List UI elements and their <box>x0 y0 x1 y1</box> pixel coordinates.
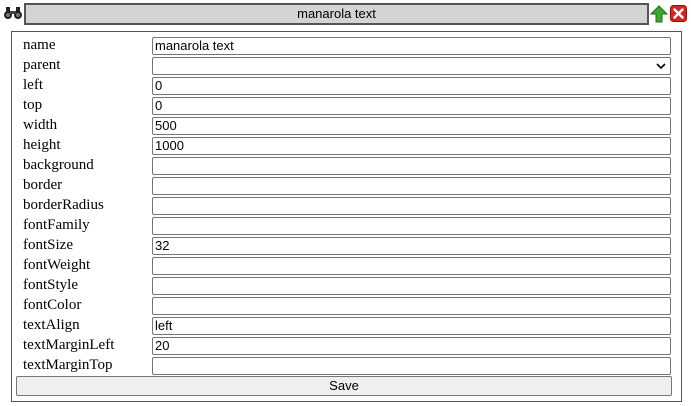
field-row-height: height <box>12 135 681 155</box>
font-size-input[interactable] <box>152 237 671 255</box>
field-label: border <box>23 177 63 193</box>
field-row-top: top <box>12 95 681 115</box>
width-input[interactable] <box>152 117 671 135</box>
close-icon[interactable] <box>670 5 687 22</box>
field-label: textMarginLeft <box>23 337 115 353</box>
field-row-width: width <box>12 115 681 135</box>
field-label: height <box>23 137 61 153</box>
field-row-name: name <box>12 35 681 55</box>
field-row-fontstyle: fontStyle <box>12 275 681 295</box>
field-row-fontfamily: fontFamily <box>12 215 681 235</box>
font-style-input[interactable] <box>152 277 671 295</box>
field-row-textmarginleft: textMarginLeft <box>12 335 681 355</box>
field-row-background: background <box>12 155 681 175</box>
background-input[interactable] <box>152 157 671 175</box>
field-label: textAlign <box>23 317 80 333</box>
parent-select[interactable] <box>152 57 671 75</box>
chevron-down-icon <box>656 63 666 70</box>
font-family-input[interactable] <box>152 217 671 235</box>
field-row-borderradius: borderRadius <box>12 195 681 215</box>
window-title: manarola text <box>24 3 649 25</box>
field-row-left: left <box>12 75 681 95</box>
field-label: fontSize <box>23 237 73 253</box>
border-radius-input[interactable] <box>152 197 671 215</box>
field-label: fontColor <box>23 297 82 313</box>
text-margin-left-input[interactable] <box>152 337 671 355</box>
field-label: textMarginTop <box>23 357 113 373</box>
field-label: width <box>23 117 58 133</box>
field-row-textmargintop: textMarginTop <box>12 355 681 375</box>
properties-form: name parent left top width height backgr… <box>11 31 682 402</box>
text-margin-top-input[interactable] <box>152 357 671 375</box>
binoculars-icon[interactable] <box>3 5 23 21</box>
field-label: background <box>23 157 94 173</box>
border-input[interactable] <box>152 177 671 195</box>
save-button[interactable]: Save <box>16 376 672 396</box>
field-row-fontcolor: fontColor <box>12 295 681 315</box>
field-row-parent: parent <box>12 55 681 75</box>
text-align-input[interactable] <box>152 317 671 335</box>
height-input[interactable] <box>152 137 671 155</box>
top-input[interactable] <box>152 97 671 115</box>
name-input[interactable] <box>152 37 671 55</box>
left-input[interactable] <box>152 77 671 95</box>
field-row-fontweight: fontWeight <box>12 255 681 275</box>
field-label: left <box>23 77 43 93</box>
field-label: top <box>23 97 43 113</box>
field-row-fontsize: fontSize <box>12 235 681 255</box>
font-color-input[interactable] <box>152 297 671 315</box>
field-label: parent <box>23 57 61 73</box>
font-weight-input[interactable] <box>152 257 671 275</box>
arrow-up-icon[interactable] <box>650 5 668 23</box>
field-label: fontWeight <box>23 257 91 273</box>
field-label: fontFamily <box>23 217 90 233</box>
field-row-border: border <box>12 175 681 195</box>
title-bar: manarola text <box>0 0 691 26</box>
field-label: fontStyle <box>23 277 78 293</box>
field-label: name <box>23 37 56 53</box>
field-label: borderRadius <box>23 197 104 213</box>
field-row-textalign: textAlign <box>12 315 681 335</box>
